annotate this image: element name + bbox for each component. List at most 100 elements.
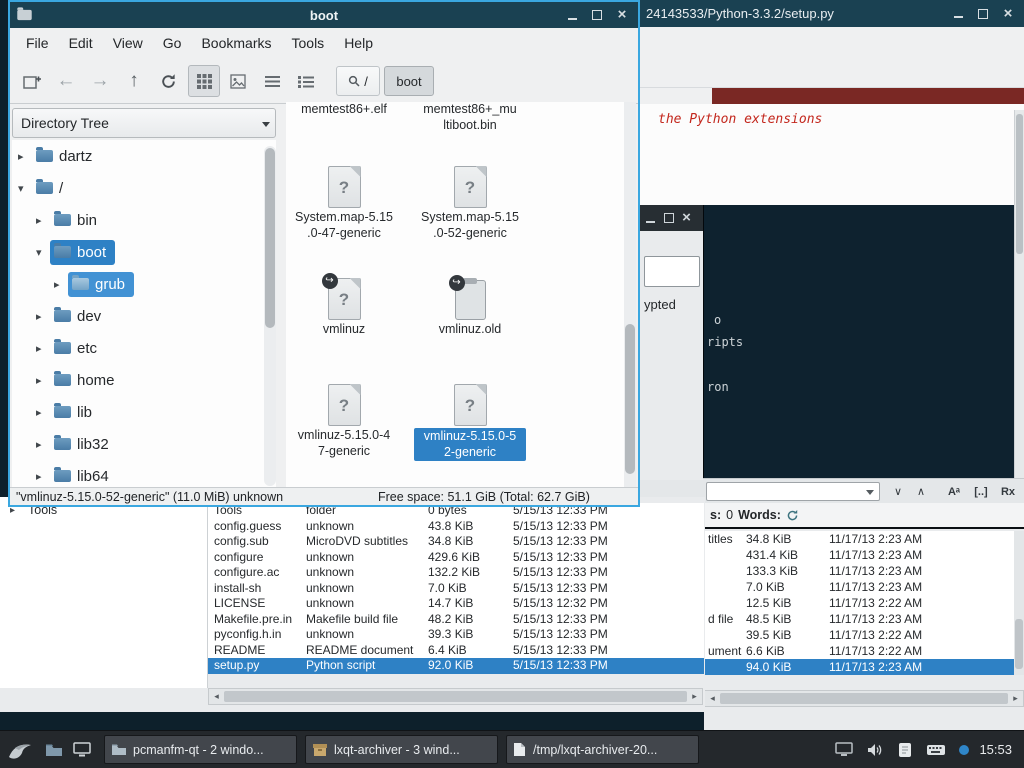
menu-file[interactable]: File [16,31,59,55]
sidebar-mode-select[interactable]: Directory Tree [12,108,276,138]
horizontal-scrollbar[interactable]: ◂ ▸ [704,690,1024,707]
file-row[interactable]: README README document 6.4 KiB 5/15/13 12:3… [208,643,704,659]
file-row-selected[interactable]: 94.0 KiB 11/17/13 2:23 AM [704,659,1014,675]
editor-titlebar[interactable]: 24143533/Python-3.3.2/setup.py × [640,0,1024,27]
scrollbar-thumb[interactable] [224,691,687,702]
compact-view-button[interactable] [256,65,288,97]
file-row-selected[interactable]: setup.py Python script 92.0 KiB 5/15/13 12:… [208,658,704,674]
tree-item-boot[interactable]: ▾ boot [12,236,276,268]
file-item-memtest86-multiboot[interactable]: memtest86+_mu ltiboot.bin [414,102,526,133]
whole-word-button[interactable]: [..] [970,482,992,501]
menu-help[interactable]: Help [334,31,383,55]
menu-tools[interactable]: Tools [282,31,335,55]
forward-button[interactable]: → [84,65,116,97]
tree-item-dev[interactable]: ▸ dev [12,300,276,332]
scrollbar-thumb[interactable] [625,324,635,474]
tree-item-lib32[interactable]: ▸ lib32 [12,428,276,460]
editor-scrollbar[interactable] [1014,110,1024,478]
vertical-scrollbar[interactable] [1014,531,1024,675]
new-tab-button[interactable] [16,65,48,97]
file-row[interactable]: 7.0 KiB 11/17/13 2:23 AM [704,579,1014,595]
menu-go[interactable]: Go [153,31,192,55]
tree-item-dartz[interactable]: ▸ dartz [12,140,276,172]
find-prev-button[interactable]: ∧ [910,482,932,501]
maximize-icon[interactable] [591,9,603,21]
start-menu-button[interactable] [0,731,40,768]
file-item-vmlinuz-52-selected[interactable]: ? vmlinuz-5.15.0-5 2-generic [414,380,526,461]
file-row[interactable]: install-sh unknown 7.0 KiB 5/15/13 12:33 PM [208,581,704,597]
file-row[interactable]: configure unknown 429.6 KiB 5/15/13 12:33 P… [208,550,704,566]
status-indicator-icon[interactable] [959,744,970,755]
expander-icon[interactable]: ▸ [36,342,50,355]
file-manager-launcher-icon[interactable] [40,731,68,768]
file-row[interactable]: config.sub MicroDVD subtitles 34.8 KiB 5/15… [208,534,704,550]
file-row[interactable]: 12.5 KiB 11/17/13 2:22 AM [704,595,1014,611]
scroll-left-icon[interactable]: ◂ [705,693,720,704]
expander-icon[interactable]: ▸ [18,150,32,163]
app-launcher-icon[interactable] [68,731,96,768]
dialog-titlebar[interactable]: × [640,205,703,231]
expander-icon[interactable]: ▾ [18,182,32,195]
volume-icon[interactable] [866,742,884,758]
expander-icon[interactable]: ▸ [54,278,68,291]
file-row[interactable]: LICENSE unknown 14.7 KiB 5/15/13 12:32 PM [208,596,704,612]
dialog-text-input[interactable] [644,256,700,287]
editor-text-area[interactable]: the Python extensions [640,104,1024,205]
scroll-right-icon[interactable]: ▸ [1008,693,1023,704]
refresh-button[interactable] [152,65,184,97]
file-item-vmlinuz[interactable]: ? ↪ vmlinuz [288,273,400,338]
file-row[interactable]: 39.5 KiB 11/17/13 2:22 AM [704,627,1014,643]
detailed-list-view-button[interactable] [290,65,322,97]
expander-icon[interactable]: ▸ [36,470,50,483]
match-case-button[interactable]: Aᵃ [943,482,965,501]
tree-item-home[interactable]: ▸ home [12,364,276,396]
maximize-icon[interactable] [977,8,989,20]
taskbar-button-pcmanfm[interactable]: pcmanfm-qt - 2 windo... [104,735,297,764]
file-row[interactable]: d file 48.5 KiB 11/17/13 2:23 AM [704,611,1014,627]
close-icon[interactable]: × [616,7,628,22]
scrollbar-thumb[interactable] [265,148,275,328]
menu-view[interactable]: View [103,31,153,55]
tree-item-lib64[interactable]: ▸ lib64 [12,460,276,487]
display-settings-icon[interactable] [835,742,854,757]
tree-item-root[interactable]: ▾ / [12,172,276,204]
regex-button[interactable]: Rx [997,482,1019,501]
scroll-left-icon[interactable]: ◂ [209,691,224,702]
horizontal-scrollbar[interactable]: ◂ ▸ [208,688,703,705]
file-item-system-map-52[interactable]: ? System.map-5.15.0-52-generic [414,162,526,241]
taskbar-button-editor[interactable]: /tmp/lxqt-archiver-20... [506,735,699,764]
file-row[interactable]: Makefile.pre.in Makefile build file 48.2 K… [208,612,704,628]
menu-edit[interactable]: Edit [59,31,103,55]
files-scrollbar[interactable] [624,102,636,487]
menu-bookmarks[interactable]: Bookmarks [191,31,281,55]
icon-view-button[interactable] [188,65,220,97]
search-input[interactable] [706,482,880,501]
file-item-vmlinuz-47[interactable]: ? vmlinuz-5.15.0-4 7-generic [288,380,400,459]
file-row[interactable]: 431.4 KiB 11/17/13 2:23 AM [704,547,1014,563]
file-row[interactable]: configure.ac unknown 132.2 KiB 5/15/13 12:3… [208,565,704,581]
notes-icon[interactable] [897,742,913,758]
maximize-icon[interactable] [663,213,674,224]
path-button-boot[interactable]: boot [384,66,434,96]
expander-icon[interactable]: ▸ [36,406,50,419]
file-row[interactable]: ument 6.6 KiB 11/17/13 2:22 AM [704,643,1014,659]
refresh-words-icon[interactable] [786,509,799,522]
expander-icon[interactable]: ▾ [36,246,50,259]
scrollbar-thumb[interactable] [720,693,1008,704]
minimize-icon[interactable] [645,213,656,224]
tree-scrollbar[interactable] [264,146,276,486]
tree-item-etc[interactable]: ▸ etc [12,332,276,364]
clock[interactable]: 15:53 [979,742,1012,757]
file-row[interactable]: pyconfig.h.in unknown 39.3 KiB 5/15/13 12:3… [208,627,704,643]
up-button[interactable]: ↑ [118,65,150,97]
thumbnail-view-button[interactable] [222,65,254,97]
expander-icon[interactable]: ▸ [36,374,50,387]
taskbar-button-lxqt-archiver[interactable]: lxqt-archiver - 3 wind... [305,735,498,764]
tree-item-lib[interactable]: ▸ lib [12,396,276,428]
file-item-vmlinuz-old[interactable]: ↪ vmlinuz.old [414,274,526,338]
scroll-right-icon[interactable]: ▸ [687,691,702,702]
file-row[interactable]: titles 34.8 KiB 11/17/13 2:23 AM [704,531,1014,547]
find-next-button[interactable]: ∨ [887,482,909,501]
tree-item-grub[interactable]: ▸ grub [12,268,276,300]
file-item-memtest86-elf[interactable]: memtest86+.elf [288,102,400,118]
